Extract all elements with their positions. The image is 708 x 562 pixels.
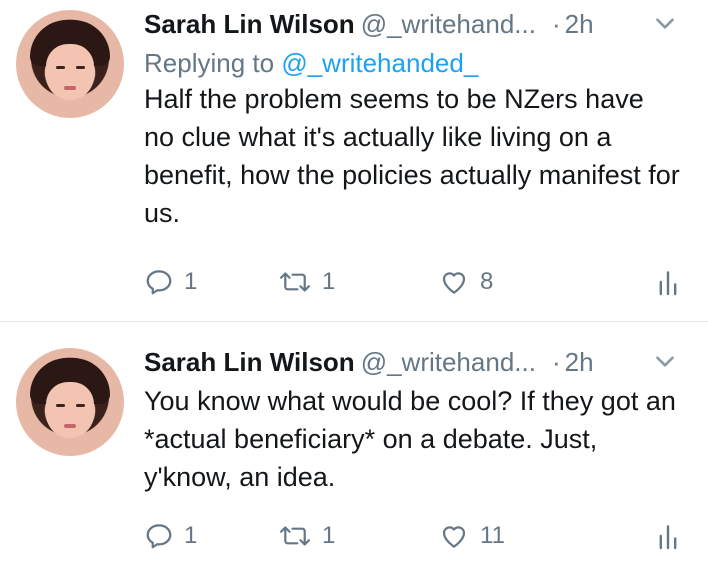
avatar[interactable] bbox=[16, 10, 124, 118]
like-count: 8 bbox=[480, 268, 494, 295]
reply-count: 1 bbox=[184, 522, 198, 549]
replying-to: Replying to @_writehanded_ bbox=[144, 46, 680, 80]
tweet-header: Sarah Lin Wilson @_writehand... · 2h bbox=[144, 342, 680, 382]
tweet-1[interactable]: Sarah Lin Wilson @_writehand... · 2h Replyi… bbox=[0, 0, 708, 322]
analytics-icon bbox=[659, 271, 677, 296]
heart-icon bbox=[442, 526, 466, 548]
retweet-icon bbox=[279, 272, 311, 292]
replying-to-label: Replying to bbox=[144, 48, 275, 78]
reply-button[interactable]: 1 bbox=[144, 516, 197, 556]
tweet-actions: 1 1 8 bbox=[144, 262, 680, 302]
tweet-text: You know what would be cool? If they got… bbox=[144, 386, 676, 492]
timestamp[interactable]: 2h bbox=[565, 9, 594, 39]
analytics-icon bbox=[659, 525, 677, 550]
timestamp[interactable]: 2h bbox=[565, 347, 594, 377]
reply-icon bbox=[146, 270, 172, 295]
reply-icon bbox=[146, 524, 172, 549]
like-button[interactable]: 11 bbox=[438, 516, 505, 556]
like-count: 11 bbox=[480, 522, 505, 549]
user-handle[interactable]: @_writehand... bbox=[361, 9, 536, 39]
tweet-2[interactable]: Sarah Lin Wilson @_writehand... · 2h You kn… bbox=[0, 322, 708, 562]
tweet-actions: 1 1 11 bbox=[144, 516, 680, 556]
retweet-button[interactable]: 1 bbox=[278, 262, 335, 302]
retweet-count: 1 bbox=[322, 522, 336, 549]
reply-mention-link[interactable]: @_writehanded_ bbox=[281, 48, 478, 78]
retweet-button[interactable]: 1 bbox=[278, 516, 335, 556]
chevron-down-icon[interactable] bbox=[652, 348, 678, 374]
analytics-button[interactable] bbox=[656, 516, 680, 556]
tweet-header: Sarah Lin Wilson @_writehand... · 2h bbox=[144, 4, 680, 44]
reply-button[interactable]: 1 bbox=[144, 262, 197, 302]
retweet-icon bbox=[279, 526, 311, 546]
separator-dot: · bbox=[551, 9, 561, 39]
chevron-down-icon[interactable] bbox=[652, 10, 678, 36]
display-name[interactable]: Sarah Lin Wilson bbox=[144, 9, 355, 39]
analytics-button[interactable] bbox=[656, 262, 680, 302]
like-button[interactable]: 8 bbox=[438, 262, 493, 302]
separator-dot: · bbox=[551, 347, 561, 377]
tweet-text: Half the problem seems to be NZers have … bbox=[144, 84, 680, 228]
avatar[interactable] bbox=[16, 348, 124, 456]
user-handle[interactable]: @_writehand... bbox=[361, 347, 536, 377]
display-name[interactable]: Sarah Lin Wilson bbox=[144, 347, 355, 377]
heart-icon bbox=[442, 272, 466, 294]
reply-count: 1 bbox=[184, 268, 198, 295]
retweet-count: 1 bbox=[322, 268, 336, 295]
